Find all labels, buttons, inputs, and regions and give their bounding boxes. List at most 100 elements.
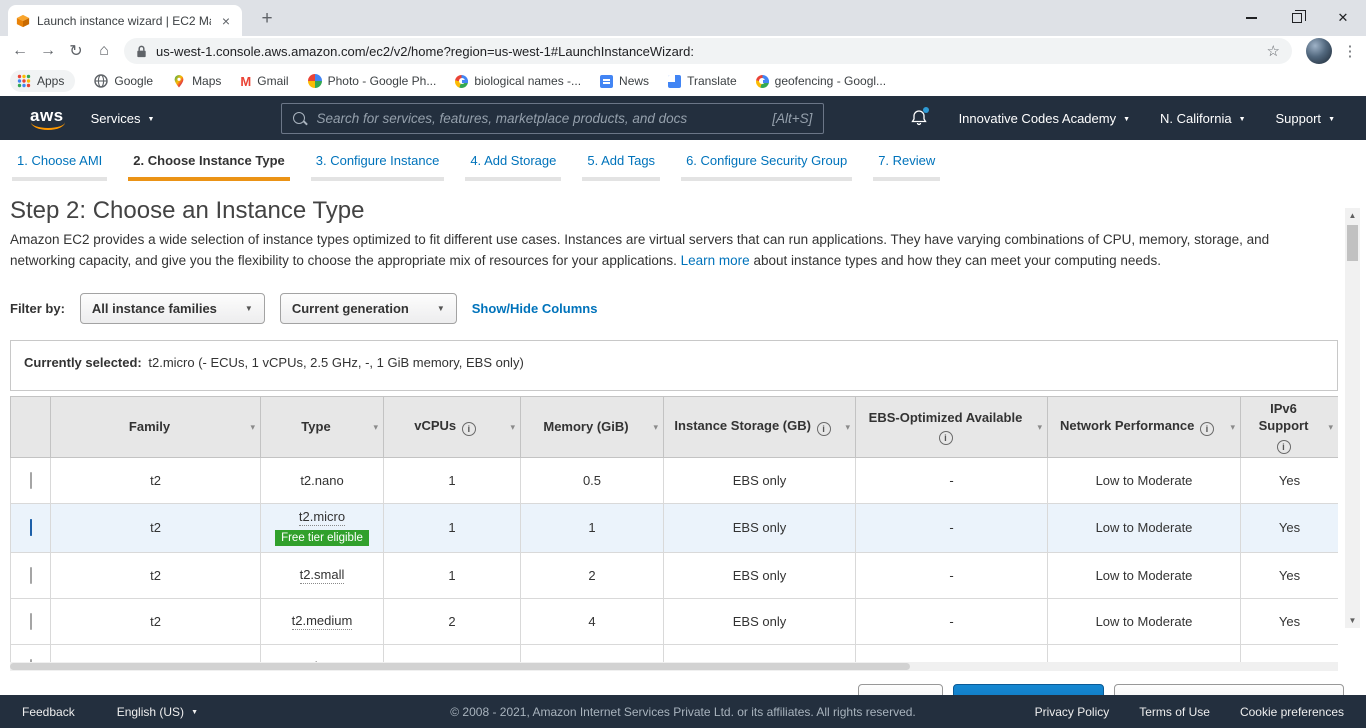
cell-family: t2 <box>50 456 261 504</box>
tab-close-icon[interactable]: × <box>218 13 234 29</box>
bookmark-news[interactable]: News <box>600 74 649 88</box>
cell-network-performance: Low to Moderate <box>1047 643 1241 662</box>
chevron-down-icon: ▼ <box>1328 115 1335 123</box>
sort-caret-icon[interactable]: ▾ <box>653 421 658 433</box>
step-review[interactable]: 7. Review <box>873 153 941 181</box>
home-icon[interactable]: ⌂ <box>90 38 118 64</box>
account-menu[interactable]: Innovative Codes Academy ▼ <box>959 111 1130 126</box>
table-row-t2-small: t2 t2.small 1 2 EBS only - Low to Modera… <box>10 551 1338 599</box>
sort-caret-icon[interactable]: ▾ <box>1230 421 1235 433</box>
col-header-instance-storage[interactable]: Instance Storage (GB) i ▾ <box>663 395 856 458</box>
sort-caret-icon[interactable]: ▾ <box>510 421 515 433</box>
scrollbar-thumb[interactable] <box>10 662 910 670</box>
browser-menu-icon[interactable]: ⋮ <box>1340 42 1360 60</box>
generation-dropdown-value: Current generation <box>291 300 409 316</box>
info-icon[interactable]: i <box>1200 422 1214 437</box>
bookmark-maps[interactable]: Maps <box>172 74 221 88</box>
table-horizontal-scrollbar[interactable] <box>10 661 1338 671</box>
step-add-storage[interactable]: 4. Add Storage <box>465 153 562 181</box>
col-header-network-performance[interactable]: Network Performance i ▾ <box>1047 395 1241 458</box>
address-bar[interactable]: us-west-1.console.aws.amazon.com/ec2/v2/… <box>124 38 1292 64</box>
generation-dropdown[interactable]: Current generation ▼ <box>279 292 457 324</box>
bookmark-apps[interactable]: Apps <box>10 70 76 92</box>
col-header-ebs-optimized[interactable]: EBS-Optimized Available i ▾ <box>855 395 1048 458</box>
col-header-ipv6-support[interactable]: IPv6 Support i ▾ <box>1240 395 1338 458</box>
col-header-family[interactable]: Family ▾ <box>50 395 261 458</box>
sort-caret-icon[interactable]: ▾ <box>373 421 378 433</box>
info-icon[interactable]: i <box>938 431 953 446</box>
region-menu[interactable]: N. California ▼ <box>1160 111 1245 126</box>
bookmark-biological-names[interactable]: biological names -... <box>455 74 581 88</box>
instance-family-dropdown[interactable]: All instance families ▼ <box>79 292 265 324</box>
table-row-t2-micro: t2 t2.micro Free tier eligible 1 1 EBS o… <box>10 502 1338 553</box>
bookmark-translate[interactable]: Translate <box>668 74 737 88</box>
page-vertical-scrollbar[interactable]: ▲ ▼ <box>1345 208 1360 628</box>
step-configure-instance[interactable]: 3. Configure Instance <box>310 153 445 181</box>
info-icon[interactable]: i <box>816 422 831 437</box>
window-close-button[interactable]: ✕ <box>1320 0 1366 36</box>
learn-more-link[interactable]: Learn more <box>681 253 750 268</box>
support-menu[interactable]: Support ▼ <box>1276 111 1335 126</box>
info-icon[interactable]: i <box>461 422 476 437</box>
col-header-type[interactable]: Type ▾ <box>260 395 384 458</box>
cell-ipv6-support: Yes <box>1240 643 1338 662</box>
row-checkbox[interactable] <box>29 612 32 630</box>
services-label: Services <box>90 110 141 126</box>
cell-vcpus: 1 <box>383 456 521 504</box>
language-selector[interactable]: English (US) ▼ <box>117 705 198 719</box>
cell-memory: 8 <box>520 643 664 662</box>
cell-network-performance: Low to Moderate <box>1047 456 1241 504</box>
instance-type-link[interactable]: t2.micro <box>298 509 346 527</box>
cell-ebs-optimized: - <box>855 551 1048 599</box>
feedback-link[interactable]: Feedback <box>22 705 75 719</box>
bookmark-google[interactable]: Google <box>94 74 153 88</box>
cookie-preferences-link[interactable]: Cookie preferences <box>1240 705 1344 719</box>
sort-caret-icon[interactable]: ▾ <box>250 421 255 433</box>
show-hide-columns-link[interactable]: Show/Hide Columns <box>472 301 598 316</box>
bookmark-photos[interactable]: Photo - Google Ph... <box>307 74 436 88</box>
cell-family: t2 <box>50 502 261 553</box>
forward-icon[interactable]: → <box>34 38 62 64</box>
aws-nav-right: Innovative Codes Academy ▼ N. California… <box>910 107 1350 127</box>
step-add-tags[interactable]: 5. Add Tags <box>582 153 661 181</box>
services-menu[interactable]: Services ▼ <box>91 111 155 126</box>
bookmark-gmail[interactable]: M Gmail <box>240 74 288 89</box>
row-checkbox-checked[interactable] <box>29 519 32 537</box>
instance-type-link[interactable]: t2.medium <box>291 613 353 630</box>
browser-tab[interactable]: Launch instance wizard | EC2 Ma × <box>8 5 242 36</box>
step-choose-ami[interactable]: 1. Choose AMI <box>12 153 108 181</box>
col-header-memory[interactable]: Memory (GiB) ▾ <box>520 395 664 458</box>
search-input[interactable] <box>314 109 773 127</box>
col-header-vcpus[interactable]: vCPUs i ▾ <box>383 395 521 458</box>
sort-caret-icon[interactable]: ▾ <box>1328 421 1333 433</box>
copyright-text: © 2008 - 2021, Amazon Internet Services … <box>450 704 916 719</box>
row-checkbox[interactable] <box>29 566 32 584</box>
notifications-bell-icon[interactable] <box>910 107 929 127</box>
row-checkbox[interactable] <box>29 471 32 489</box>
scroll-down-icon[interactable]: ▼ <box>1345 613 1360 628</box>
info-icon[interactable]: i <box>1276 439 1291 454</box>
privacy-policy-link[interactable]: Privacy Policy <box>1035 705 1110 719</box>
aws-logo[interactable]: aws <box>30 106 65 130</box>
bookmark-geofencing[interactable]: geofencing - Googl... <box>755 74 886 88</box>
new-tab-button[interactable]: + <box>254 6 280 32</box>
scrollbar-thumb[interactable] <box>1347 225 1358 261</box>
sort-caret-icon[interactable]: ▾ <box>1037 421 1042 433</box>
sort-caret-icon[interactable]: ▾ <box>845 421 850 433</box>
reload-icon[interactable]: ↻ <box>62 38 90 64</box>
chevron-down-icon: ▼ <box>244 303 253 313</box>
aws-search-box[interactable]: [Alt+S] <box>281 102 825 134</box>
profile-avatar[interactable] <box>1306 38 1332 64</box>
page-description: Amazon EC2 provides a wide selection of … <box>10 230 1322 272</box>
scroll-up-icon[interactable]: ▲ <box>1345 208 1360 223</box>
restore-icon <box>1292 10 1306 23</box>
window-minimize-button[interactable] <box>1228 0 1274 36</box>
window-restore-button[interactable] <box>1274 0 1320 36</box>
cell-vcpus: 1 <box>383 551 521 599</box>
step-choose-instance-type[interactable]: 2. Choose Instance Type <box>128 153 290 181</box>
terms-of-use-link[interactable]: Terms of Use <box>1139 705 1210 719</box>
bookmark-star-icon[interactable]: ☆ <box>1267 42 1280 60</box>
back-icon[interactable]: ← <box>6 38 34 64</box>
instance-type-link[interactable]: t2.small <box>299 567 345 584</box>
step-configure-security-group[interactable]: 6. Configure Security Group <box>681 153 853 181</box>
